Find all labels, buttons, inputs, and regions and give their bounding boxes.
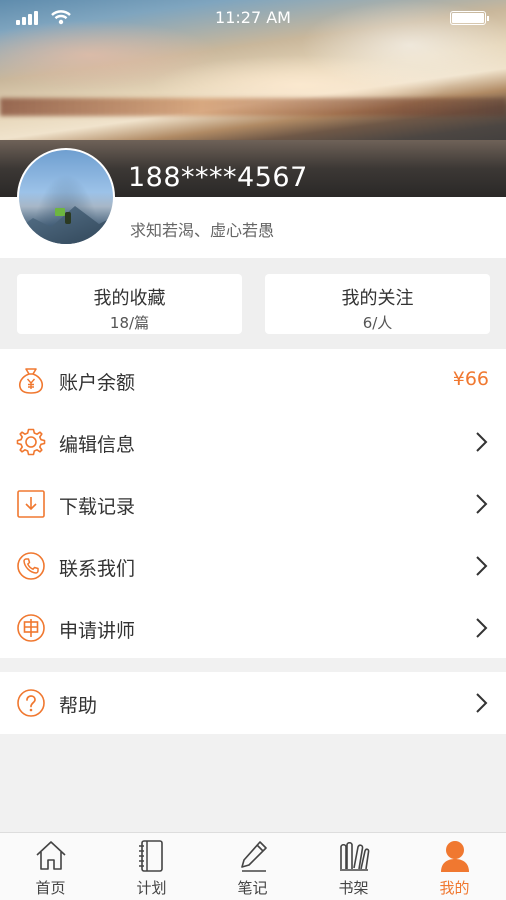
books-icon <box>340 841 370 871</box>
phone-icon <box>17 552 45 580</box>
help-section: 帮助 <box>0 672 506 734</box>
chevron-right-icon <box>476 494 488 514</box>
menu-label-help: 帮助 <box>59 695 98 717</box>
money-bag-icon <box>18 368 44 394</box>
tab-plan[interactable]: 计划 <box>101 833 202 900</box>
tab-label-notes: 笔记 <box>237 879 268 897</box>
pen-icon <box>241 841 267 872</box>
following-title: 我的关注 <box>341 288 414 309</box>
download-icon <box>17 490 45 518</box>
gear-icon <box>16 428 46 456</box>
chevron-right-icon <box>476 432 488 452</box>
menu-list: 账户余额 ¥66 编辑信息 下载记录 联系我们 申请讲师 <box>0 349 506 658</box>
following-card[interactable]: 我的关注 6/人 <box>265 274 490 334</box>
favorites-card[interactable]: 我的收藏 18/篇 <box>17 274 242 334</box>
menu-item-balance[interactable]: 账户余额 ¥66 <box>0 349 506 411</box>
help-icon <box>17 689 45 717</box>
tab-label-home: 首页 <box>35 879 66 897</box>
chevron-right-icon <box>476 556 488 576</box>
menu-item-apply-lecturer[interactable]: 申请讲师 <box>0 597 506 659</box>
status-bar: 11:27 AM <box>0 0 506 34</box>
tab-notes[interactable]: 笔记 <box>202 833 303 900</box>
tab-home[interactable]: 首页 <box>0 833 101 900</box>
status-time: 11:27 AM <box>215 8 291 27</box>
avatar[interactable] <box>17 148 115 246</box>
battery-icon <box>450 11 489 25</box>
favorites-title: 我的收藏 <box>93 288 166 309</box>
following-count: 6/人 <box>362 314 393 332</box>
menu-item-downloads[interactable]: 下载记录 <box>0 473 506 535</box>
user-phone: 188****4567 <box>128 162 308 193</box>
user-motto: 求知若渴、虚心若愚 <box>130 221 275 240</box>
menu-label-contact: 联系我们 <box>59 558 136 580</box>
user-icon <box>441 841 469 872</box>
tab-label-mine: 我的 <box>439 879 470 897</box>
tab-label-plan: 计划 <box>136 879 167 897</box>
tab-mine[interactable]: 我的 <box>404 833 505 900</box>
favorites-count: 18/篇 <box>109 314 150 332</box>
menu-item-edit-info[interactable]: 编辑信息 <box>0 411 506 473</box>
menu-label-balance: 账户余额 <box>59 372 136 394</box>
menu-label-edit-info: 编辑信息 <box>59 434 136 456</box>
menu-item-help[interactable]: 帮助 <box>0 672 506 734</box>
stats-section: 我的收藏 18/篇 我的关注 6/人 <box>0 258 506 349</box>
menu-item-contact[interactable]: 联系我们 <box>0 535 506 597</box>
apply-icon <box>17 614 45 642</box>
notebook-icon <box>139 840 163 872</box>
menu-label-downloads: 下载记录 <box>59 496 136 518</box>
tab-bookshelf[interactable]: 书架 <box>303 833 404 900</box>
bottom-tab-bar: 首页 计划 笔记 书架 我的 <box>0 832 506 900</box>
balance-amount: ¥66 <box>452 368 489 390</box>
tab-label-bookshelf: 书架 <box>338 879 369 897</box>
menu-label-apply-lecturer: 申请讲师 <box>59 620 136 642</box>
home-icon <box>36 841 66 870</box>
chevron-right-icon <box>476 618 488 638</box>
chevron-right-icon <box>476 693 488 713</box>
